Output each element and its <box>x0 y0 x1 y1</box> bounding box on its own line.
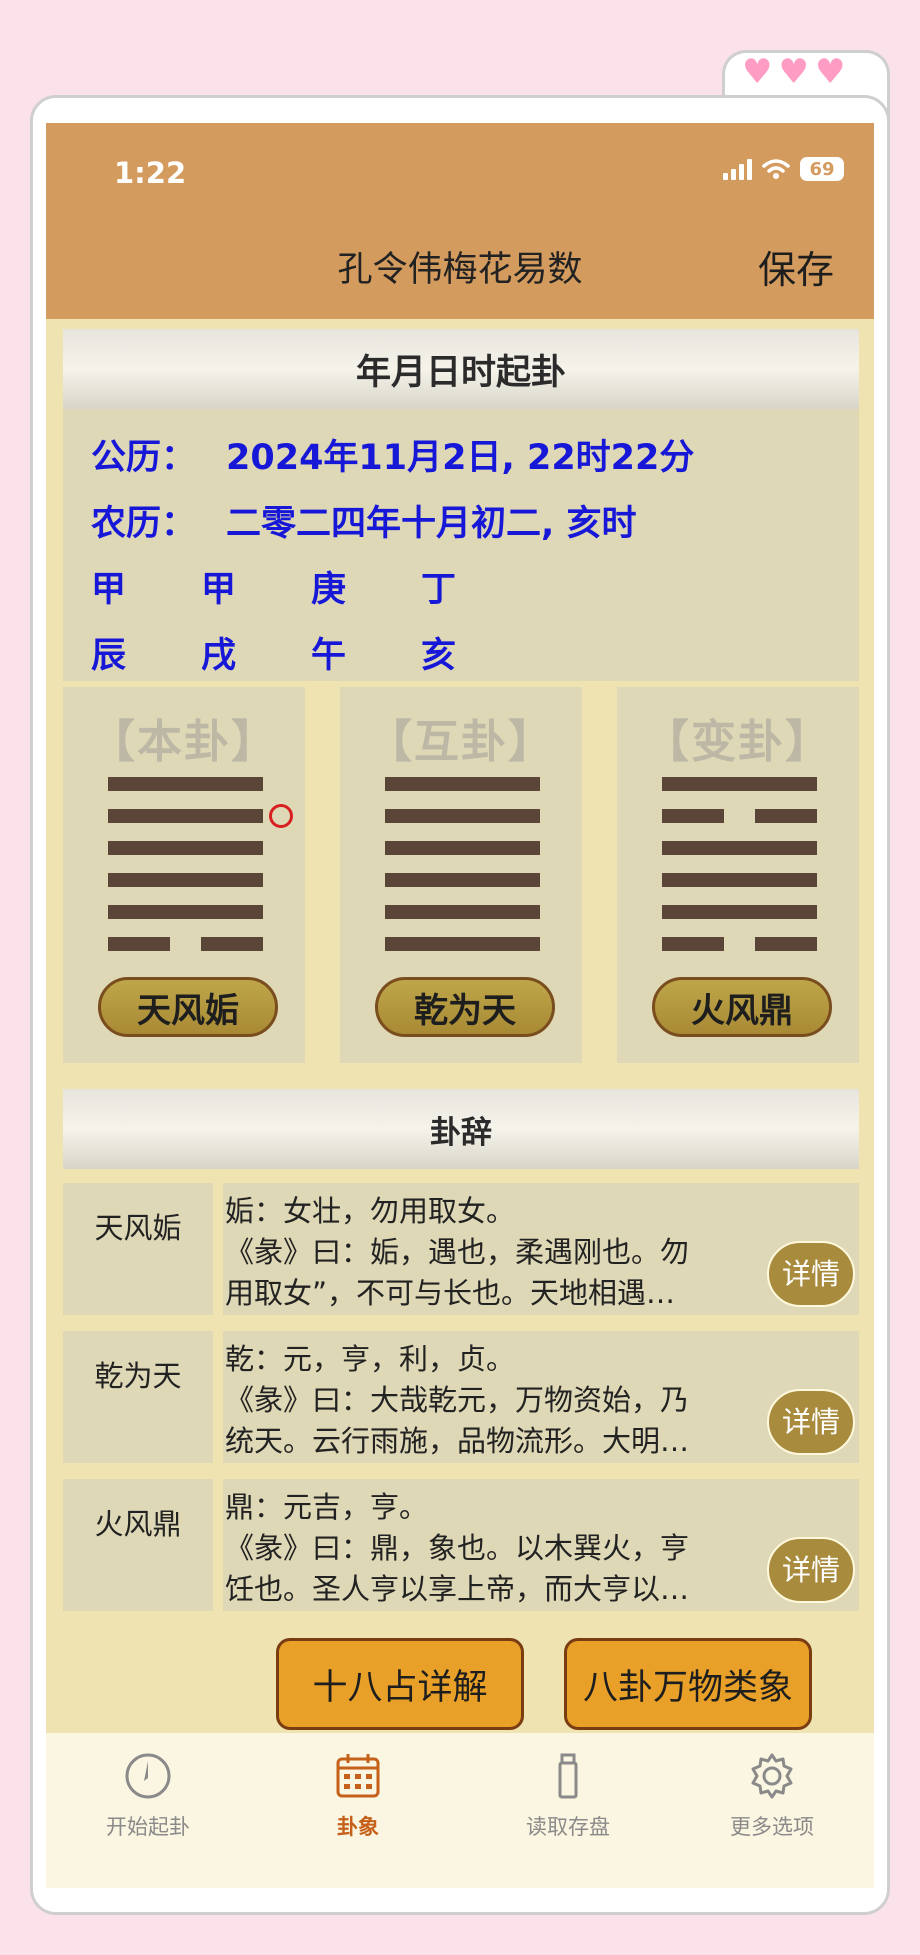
main-content: 年月日时起卦 公历： 2024年11月2日, 22时22分 农历： 二零二四年十月初… <box>63 329 859 1729</box>
status-icons: 69 <box>723 157 844 181</box>
ben-gua-label: 【本卦】 <box>89 715 278 768</box>
save-button[interactable]: 保存 <box>758 239 834 294</box>
hu-gua-label: 【互卦】 <box>366 715 555 768</box>
signal-icon <box>723 158 752 180</box>
guaci-text-line: 统天。云行雨施，品物流形。大明… <box>225 1424 690 1458</box>
nongli-row: 农历： 二零二四年十月初二, 亥时 <box>91 495 637 546</box>
hu-gua-panel: 【互卦】 乾为天 <box>340 687 582 1063</box>
yang-line <box>108 809 263 823</box>
battery-icon: 69 <box>800 157 844 181</box>
nongli-value: 二零二四年十月初二, 亥时 <box>226 504 637 544</box>
yang-line <box>385 841 540 855</box>
detail-button[interactable]: 详情 <box>767 1241 855 1307</box>
yang-line <box>385 777 540 791</box>
guaci-text-line: 乾：元，亨，利，贞。 <box>225 1342 516 1376</box>
guaci-section-title: 卦辞 <box>63 1089 859 1169</box>
hu-gua-name-button[interactable]: 乾为天 <box>375 977 555 1037</box>
gan-day: 庚 <box>311 570 347 610</box>
yang-line <box>662 777 817 791</box>
tab-label: 开始起卦 <box>106 1815 190 1839</box>
detail-button[interactable]: 详情 <box>767 1537 855 1603</box>
wifi-icon <box>762 159 790 179</box>
guaci-row-text: 鼎：元吉，亨。 《彖》曰：鼎，象也。以木巽火，亨 饪也。圣人亨以享上帝，而大亨以… <box>223 1479 859 1611</box>
guaci-text-line: 《彖》曰：姤，遇也，柔遇刚也。勿 <box>225 1235 690 1269</box>
tab-label: 卦象 <box>337 1815 379 1839</box>
yang-line <box>108 873 263 887</box>
yang-line <box>385 905 540 919</box>
page-title: 孔令伟梅花易数 <box>337 250 583 290</box>
zhi-year: 辰 <box>91 636 127 676</box>
yin-line <box>201 937 263 951</box>
yin-line <box>108 937 170 951</box>
guaci-row-name: 天风姤 <box>63 1183 213 1315</box>
yin-line <box>662 937 724 951</box>
guaci-row-text: 乾：元，亨，利，贞。 《彖》曰：大哉乾元，万物资始，乃 统天。云行雨施，品物流形… <box>223 1331 859 1463</box>
gongli-value: 2024年11月2日, 22时22分 <box>226 438 695 478</box>
guaci-row: 火风鼎 鼎：元吉，亨。 《彖》曰：鼎，象也。以木巽火，亨 饪也。圣人亨以享上帝，… <box>63 1479 859 1611</box>
eighteen-divinations-button[interactable]: 十八占详解 <box>276 1638 524 1730</box>
guaci-row: 乾为天 乾：元，亨，利，贞。 《彖》曰：大哉乾元，万物资始，乃 统天。云行雨施，… <box>63 1331 859 1463</box>
guaci-row-text: 姤：女壮，勿用取女。 《彖》曰：姤，遇也，柔遇刚也。勿 用取女”，不可与长也。天… <box>223 1183 859 1315</box>
bian-gua-name-button[interactable]: 火风鼎 <box>652 977 832 1037</box>
yang-line <box>662 873 817 887</box>
date-info-box: 公历： 2024年11月2日, 22时22分 农历： 二零二四年十月初二, 亥时 甲… <box>63 409 859 681</box>
yang-line <box>385 809 540 823</box>
compass-icon <box>125 1753 171 1799</box>
guaci-row-name: 火风鼎 <box>63 1479 213 1611</box>
nav-header: 1:22 69 孔令伟梅花易数 保存 <box>46 123 874 319</box>
guaci-text-line: 鼎：元吉，亨。 <box>225 1490 429 1524</box>
ben-gua-panel: 【本卦】 天风姤 <box>63 687 305 1063</box>
yang-line <box>108 905 263 919</box>
guaci-text-line: 《彖》曰：鼎，象也。以木巽火，亨 <box>225 1531 690 1565</box>
guaci-text-line: 饪也。圣人亨以享上帝，而大亨以… <box>225 1572 690 1606</box>
tab-hexagram[interactable]: 卦象 <box>268 1751 448 1841</box>
guaci-text-line: 《彖》曰：大哉乾元，万物资始，乃 <box>225 1383 690 1417</box>
zhi-month: 戌 <box>201 636 237 676</box>
yin-line <box>662 809 724 823</box>
guaci-row: 天风姤 姤：女壮，勿用取女。 《彖》曰：姤，遇也，柔遇刚也。勿 用取女”，不可与… <box>63 1183 859 1315</box>
guaci-text-line: 姤：女壮，勿用取女。 <box>225 1194 516 1228</box>
yang-line <box>662 841 817 855</box>
zhi-day: 午 <box>311 636 347 676</box>
yang-line <box>385 937 540 951</box>
gear-icon <box>751 1753 793 1799</box>
guaci-text-line: 用取女”，不可与长也。天地相遇… <box>225 1276 676 1310</box>
app-screen: 1:22 69 孔令伟梅花易数 保存 年月日时起卦 公历： 2024年11月2日,… <box>46 123 874 1888</box>
gan-year: 甲 <box>91 570 127 610</box>
tab-label: 读取存盘 <box>526 1815 610 1839</box>
yang-line <box>108 777 263 791</box>
bian-gua-label: 【变卦】 <box>643 715 832 768</box>
detail-button[interactable]: 详情 <box>767 1389 855 1455</box>
gongli-row: 公历： 2024年11月2日, 22时22分 <box>91 429 694 480</box>
tab-more-options[interactable]: 更多选项 <box>682 1751 862 1841</box>
bottle-icon <box>558 1753 578 1799</box>
hearts-decoration: ♥♥♥ <box>742 52 852 92</box>
tab-start-divination[interactable]: 开始起卦 <box>58 1751 238 1841</box>
yang-line <box>385 873 540 887</box>
zhi-hour: 亥 <box>421 636 457 676</box>
yin-line <box>755 937 817 951</box>
bottom-tab-bar: 开始起卦 卦象 读取存盘 更多选项 <box>46 1733 874 1888</box>
gan-hour: 丁 <box>421 570 457 610</box>
gan-month: 甲 <box>201 570 237 610</box>
tab-load-save[interactable]: 读取存盘 <box>478 1751 658 1841</box>
yang-line <box>108 841 263 855</box>
guaci-row-name: 乾为天 <box>63 1331 213 1463</box>
nongli-label: 农历： <box>91 504 197 544</box>
ben-gua-name-button[interactable]: 天风姤 <box>98 977 278 1037</box>
tab-label: 更多选项 <box>730 1815 814 1839</box>
status-time: 1:22 <box>114 156 187 190</box>
gongli-label: 公历： <box>91 438 197 478</box>
qigua-section-title: 年月日时起卦 <box>63 329 859 409</box>
moving-line-marker <box>269 804 293 828</box>
yang-line <box>662 905 817 919</box>
yin-line <box>755 809 817 823</box>
calendar-icon <box>336 1754 380 1798</box>
bagua-correspondences-button[interactable]: 八卦万物类象 <box>564 1638 812 1730</box>
bian-gua-panel: 【变卦】 火风鼎 <box>617 687 859 1063</box>
